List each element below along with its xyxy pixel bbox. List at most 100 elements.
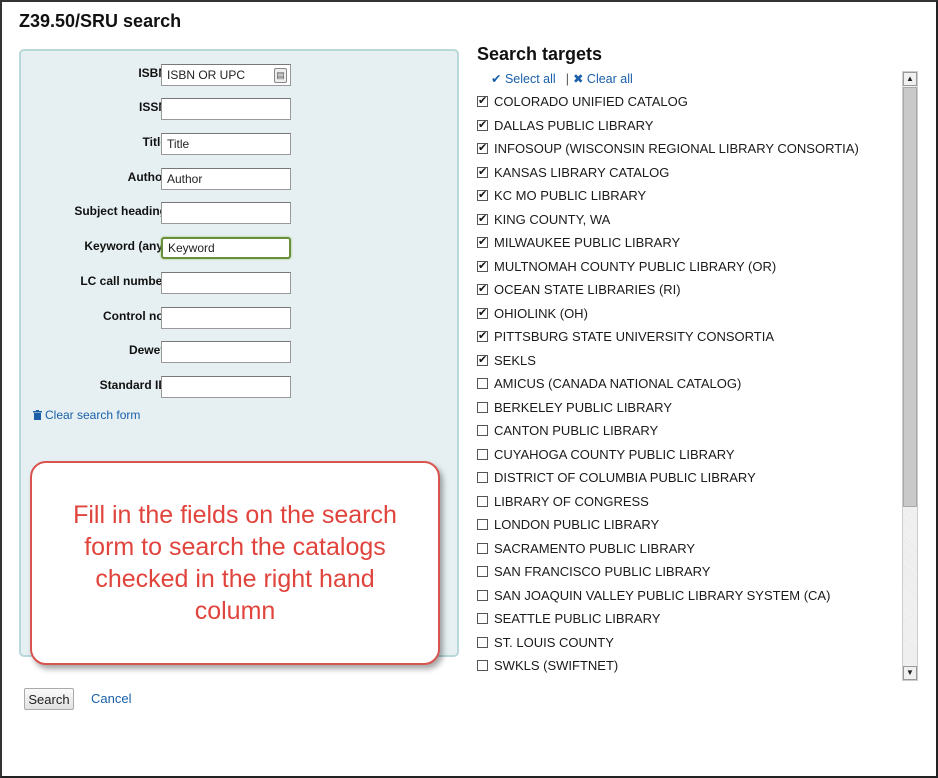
issn-row: ISSN: — [21, 98, 461, 122]
target-checkbox[interactable] — [477, 566, 488, 577]
target-checkbox[interactable]: ✔ — [477, 354, 488, 366]
search-target-item[interactable]: SWKLS (SWIFTNET) — [477, 656, 897, 680]
target-checkbox[interactable]: ✔ — [477, 307, 488, 319]
callout-text: Fill in the fields on the search form to… — [73, 501, 397, 625]
search-target-item[interactable]: LONDON PUBLIC LIBRARY — [477, 515, 897, 539]
search-target-item[interactable]: ✔ OCEAN STATE LIBRARIES (RI) — [477, 280, 897, 304]
search-target-item[interactable]: SEATTLE PUBLIC LIBRARY — [477, 609, 897, 633]
search-target-item[interactable]: ✔ INFOSOUP (WISCONSIN REGIONAL LIBRARY CO… — [477, 139, 897, 163]
target-checkbox[interactable] — [477, 495, 488, 507]
select-all-link[interactable]: ✔ Select all — [491, 72, 556, 86]
dewey-input[interactable] — [161, 341, 291, 363]
target-checkbox[interactable]: ✔ — [477, 143, 488, 154]
target-checkbox[interactable]: ✔ — [477, 331, 488, 342]
search-target-item[interactable]: ✔ SEKLS — [477, 351, 897, 375]
select-links: ✔ Select all | ✖ Clear all — [491, 71, 633, 86]
target-checkbox[interactable] — [477, 589, 488, 601]
subject-input[interactable] — [161, 202, 291, 224]
target-label: DALLAS PUBLIC LIBRARY — [494, 117, 654, 133]
id-card-icon[interactable]: ▤ — [274, 68, 287, 83]
subject-row: Subject heading: — [21, 202, 461, 226]
search-target-item[interactable]: DISTRICT OF COLUMBIA PUBLIC LIBRARY — [477, 468, 897, 492]
clear-all-link[interactable]: ✖ Clear all — [573, 72, 633, 86]
search-target-item[interactable]: SAN FRANCISCO PUBLIC LIBRARY — [477, 562, 897, 586]
lc-call-row: LC call number: — [21, 272, 461, 296]
x-icon: ✖ — [572, 72, 584, 86]
search-target-item[interactable]: ✔ KC MO PUBLIC LIBRARY — [477, 186, 897, 210]
search-target-item[interactable]: AMICUS (CANADA NATIONAL CATALOG) — [477, 374, 897, 398]
author-input[interactable] — [161, 168, 291, 190]
search-target-item[interactable]: SACRAMENTO PUBLIC LIBRARY — [477, 539, 897, 563]
target-checkbox[interactable]: ✔ — [477, 260, 488, 272]
target-label: OHIOLINK (OH) — [494, 305, 588, 321]
target-label: CANTON PUBLIC LIBRARY — [494, 423, 659, 438]
control-no-input[interactable] — [161, 307, 291, 329]
keyword-row: Keyword (any): — [21, 237, 461, 261]
search-target-item[interactable]: SAN JOAQUIN VALLEY PUBLIC LIBRARY SYSTEM… — [477, 586, 897, 610]
targets-scrollbar[interactable]: ▲ ▼ — [902, 71, 918, 681]
target-checkbox[interactable]: ✔ — [477, 284, 488, 295]
target-label: KANSAS LIBRARY CATALOG — [494, 164, 670, 180]
issn-input[interactable] — [161, 98, 291, 120]
target-checkbox[interactable]: ✔ — [477, 237, 488, 248]
target-label: SEKLS — [494, 352, 536, 368]
target-checkbox[interactable] — [477, 472, 488, 483]
target-checkbox[interactable] — [477, 660, 488, 671]
target-label: OCEAN STATE LIBRARIES (RI) — [494, 282, 681, 297]
search-target-item[interactable]: ✔ COLORADO UNIFIED CATALOG — [477, 92, 897, 116]
target-label: INFOSOUP (WISCONSIN REGIONAL LIBRARY CON… — [494, 141, 859, 156]
target-checkbox[interactable]: ✔ — [477, 119, 488, 131]
clear-search-form-label: Clear search form — [45, 408, 141, 422]
search-target-item[interactable]: LIBRARY OF CONGRESS — [477, 492, 897, 516]
target-label: AMICUS (CANADA NATIONAL CATALOG) — [494, 376, 742, 391]
search-target-item[interactable]: ✔ MULTNOMAH COUNTY PUBLIC LIBRARY (OR) — [477, 257, 897, 281]
target-checkbox[interactable]: ✔ — [477, 213, 488, 225]
target-label: SACRAMENTO PUBLIC LIBRARY — [494, 540, 696, 556]
scroll-thumb[interactable] — [903, 87, 917, 507]
search-target-item[interactable]: ST. LOUIS COUNTY — [477, 633, 897, 657]
standard-id-input[interactable] — [161, 376, 291, 398]
search-target-item[interactable]: ✔ OHIOLINK (OH) — [477, 304, 897, 328]
scroll-down-icon[interactable]: ▼ — [903, 666, 917, 680]
target-checkbox[interactable] — [477, 636, 488, 648]
search-target-item[interactable]: ✔ KANSAS LIBRARY CATALOG — [477, 163, 897, 187]
isbn-row: ISBN: ▤ — [21, 64, 461, 88]
search-target-item[interactable]: BERKELEY PUBLIC LIBRARY — [477, 398, 897, 422]
title-input[interactable] — [161, 133, 291, 155]
search-target-item[interactable]: ✔ PITTSBURG STATE UNIVERSITY CONSORTIA — [477, 327, 897, 351]
target-checkbox[interactable] — [477, 425, 488, 436]
keyword-input[interactable] — [161, 237, 291, 259]
control-no-row: Control no.: — [21, 307, 461, 331]
target-checkbox[interactable]: ✔ — [477, 166, 488, 178]
target-checkbox[interactable] — [477, 519, 488, 530]
subject-label: Subject heading: — [74, 204, 171, 218]
search-target-item[interactable]: ✔ MILWAUKEE PUBLIC LIBRARY — [477, 233, 897, 257]
author-row: Author: — [21, 168, 461, 192]
keyword-label: Keyword (any): — [84, 239, 171, 253]
search-target-item[interactable]: CUYAHOGA COUNTY PUBLIC LIBRARY — [477, 445, 897, 469]
target-label: BERKELEY PUBLIC LIBRARY — [494, 399, 672, 415]
target-checkbox[interactable] — [477, 378, 488, 389]
isbn-input[interactable] — [161, 64, 291, 86]
target-label: PITTSBURG STATE UNIVERSITY CONSORTIA — [494, 329, 775, 344]
search-button[interactable]: Search — [24, 688, 74, 710]
target-label: KC MO PUBLIC LIBRARY — [494, 188, 647, 203]
target-checkbox[interactable] — [477, 542, 488, 554]
target-label: COLORADO UNIFIED CATALOG — [494, 94, 688, 109]
search-target-item[interactable]: CANTON PUBLIC LIBRARY — [477, 421, 897, 445]
target-label: CUYAHOGA COUNTY PUBLIC LIBRARY — [494, 446, 735, 462]
target-label: MULTNOMAH COUNTY PUBLIC LIBRARY (OR) — [494, 258, 777, 274]
search-target-item[interactable]: ✔ DALLAS PUBLIC LIBRARY — [477, 116, 897, 140]
target-checkbox[interactable]: ✔ — [477, 96, 488, 107]
target-checkbox[interactable]: ✔ — [477, 190, 488, 201]
target-checkbox[interactable] — [477, 448, 488, 460]
target-label: MILWAUKEE PUBLIC LIBRARY — [494, 235, 681, 250]
target-label: KING COUNTY, WA — [494, 211, 611, 227]
lc-call-input[interactable] — [161, 272, 291, 294]
target-checkbox[interactable] — [477, 401, 488, 413]
cancel-link[interactable]: Cancel — [91, 691, 131, 706]
target-checkbox[interactable] — [477, 613, 488, 624]
scroll-up-icon[interactable]: ▲ — [903, 72, 917, 86]
search-target-item[interactable]: ✔ KING COUNTY, WA — [477, 210, 897, 234]
clear-search-form-link[interactable]: Clear search form — [33, 408, 140, 422]
